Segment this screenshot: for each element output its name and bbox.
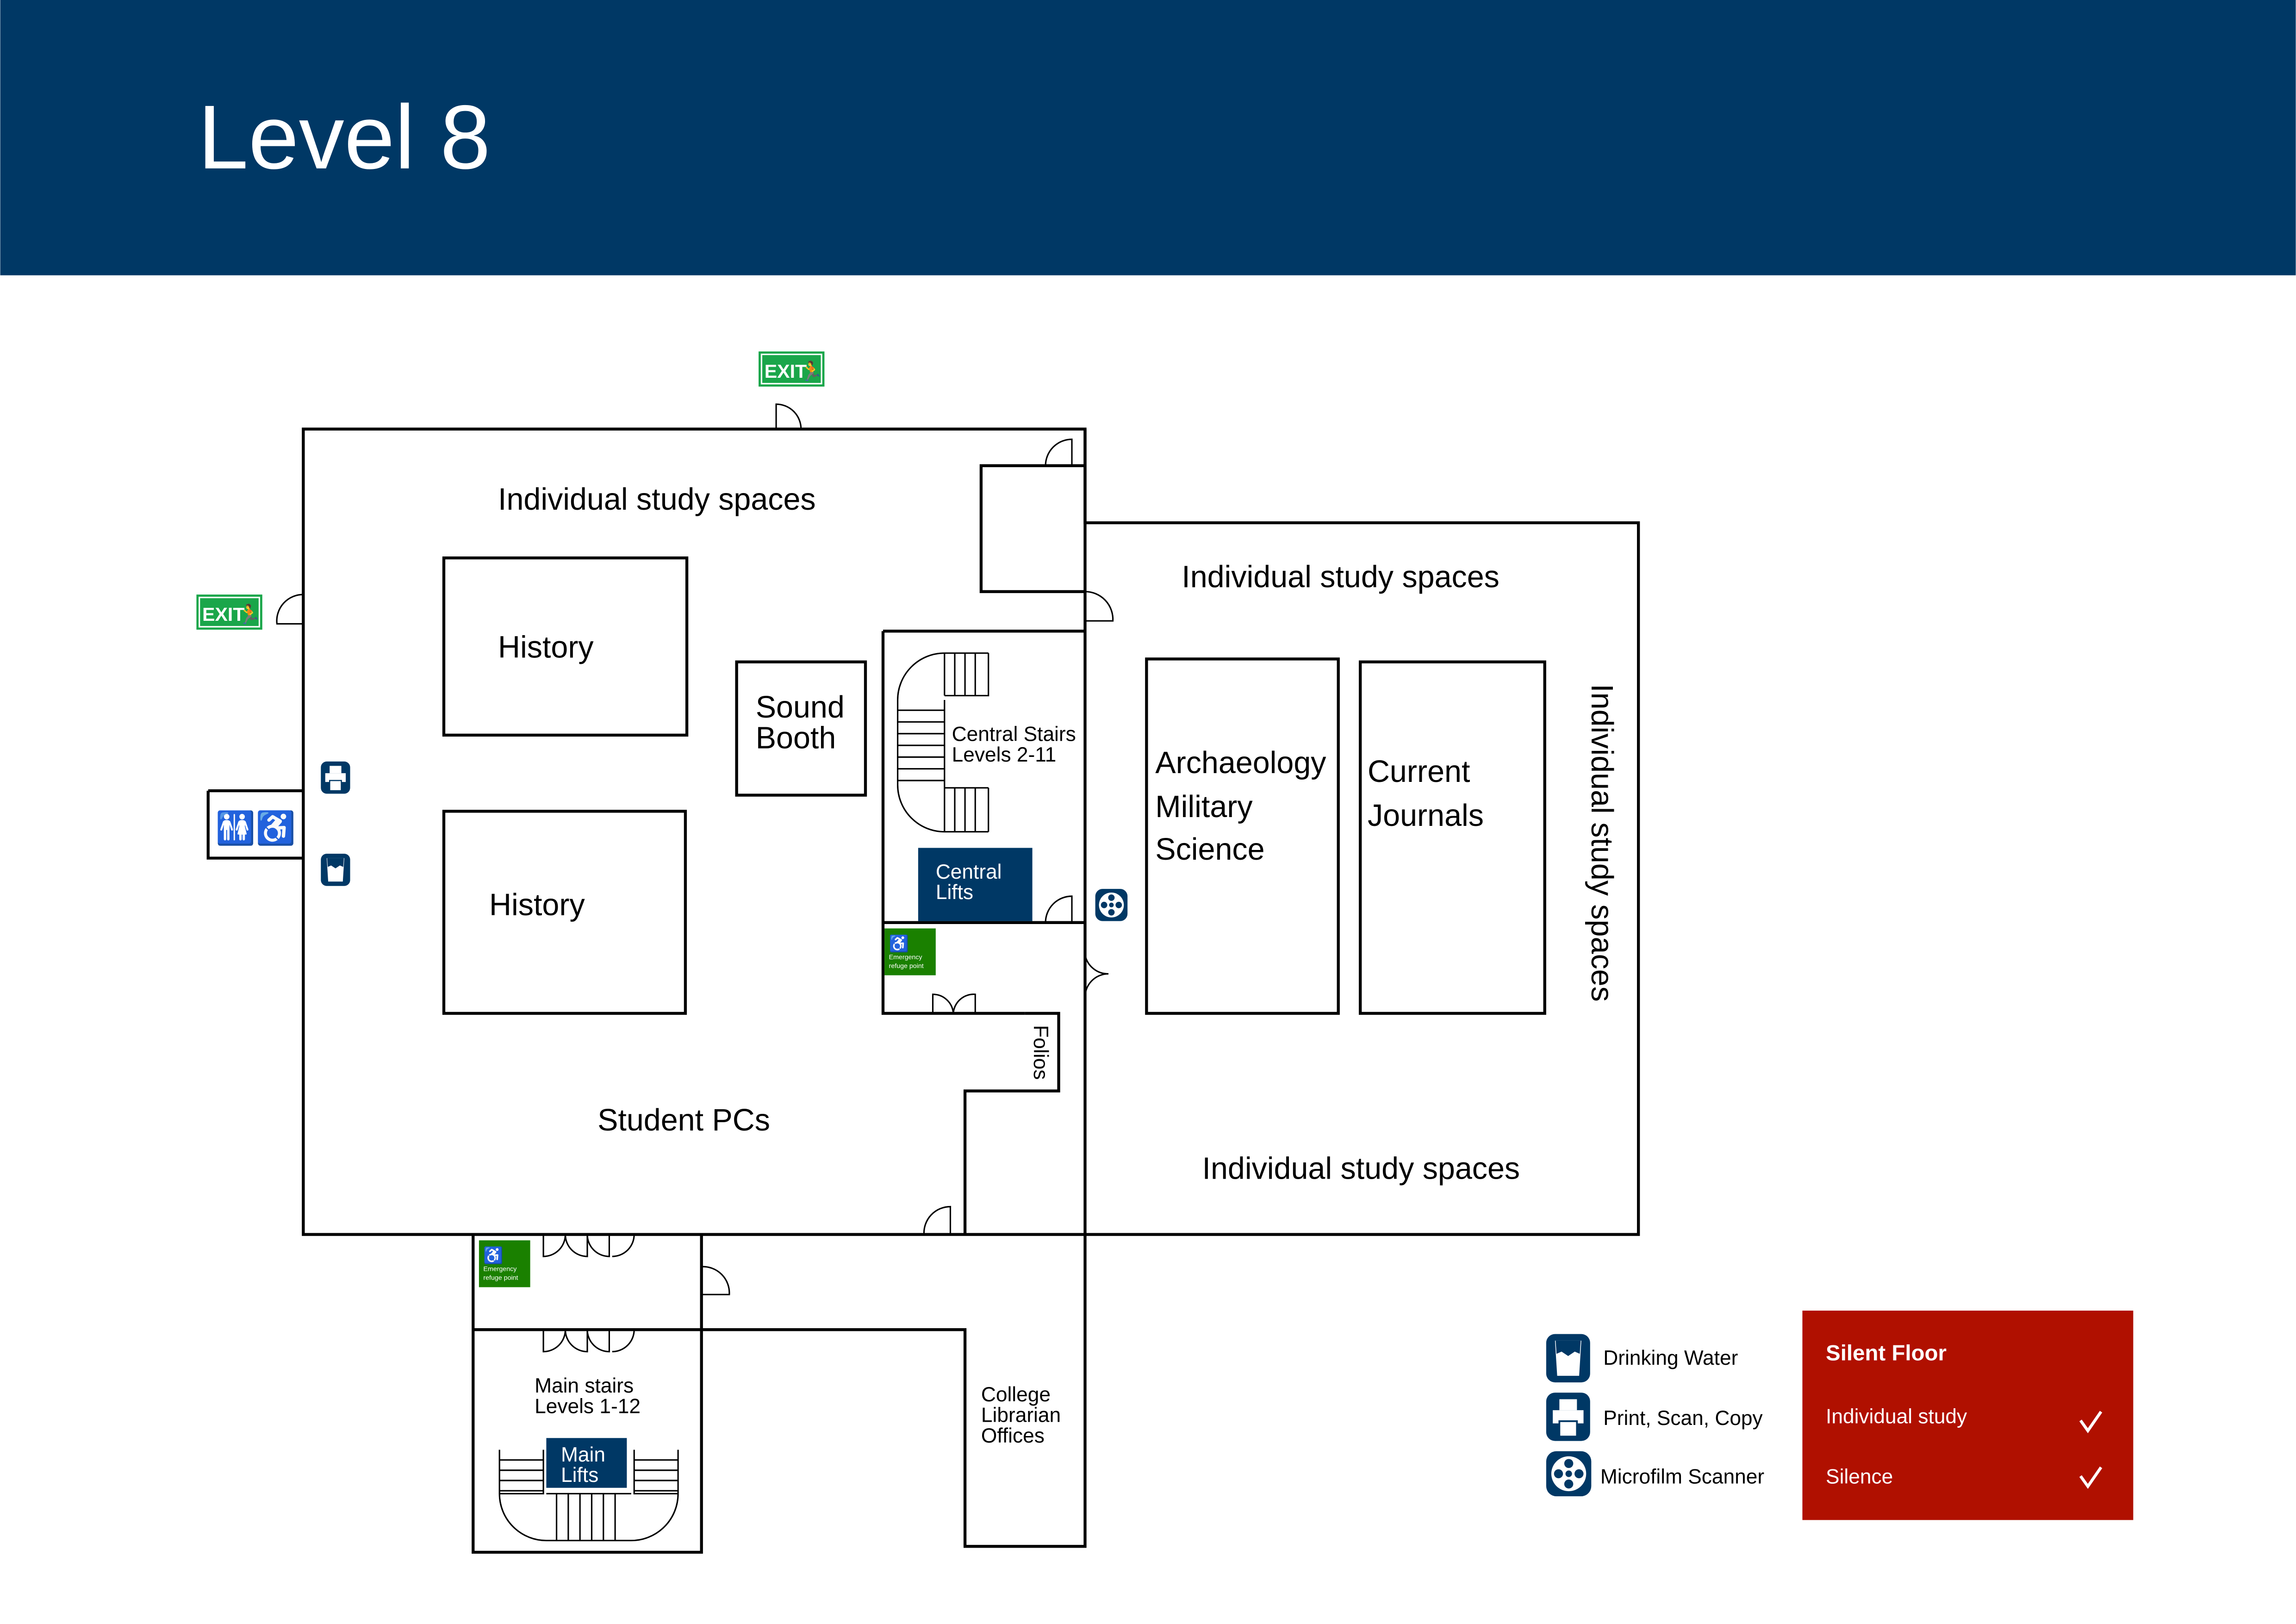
silent-floor-panel: Silent Floor Individual study Silence <box>1802 1311 2134 1520</box>
toilets-icon: 🚻♿ <box>216 810 296 847</box>
label-central-stairs: Central Stairs <box>952 723 1076 746</box>
label-study-bottom-right: Individual study spaces <box>1202 1151 1520 1186</box>
label-military: Military <box>1155 790 1253 824</box>
drinking-water-icon <box>1546 1334 1590 1383</box>
label-college-librarian: Librarian <box>981 1404 1061 1426</box>
svg-text:Emergency: Emergency <box>483 1266 517 1273</box>
drinking-water-icon <box>321 854 350 886</box>
label-history-2: History <box>489 888 585 922</box>
label-central-stairs: Levels 2-11 <box>952 743 1057 766</box>
label-folios: Folios <box>1029 1025 1052 1080</box>
label-main-stairs: Main stairs <box>535 1374 634 1397</box>
room-current-journals <box>1359 660 1546 1015</box>
legend: Drinking Water Print, Scan, Copy Microfi… <box>1545 1334 1764 1497</box>
label-study-top-right: Individual study spaces <box>1182 560 1500 594</box>
label-college-librarian: College <box>981 1383 1051 1406</box>
emergency-refuge-point-central: ♿ Emergency refuge point <box>884 928 936 975</box>
svg-text:Emergency: Emergency <box>889 954 923 961</box>
main-lifts-label: Main <box>561 1443 605 1466</box>
label-main-stairs: Levels 1-12 <box>535 1395 641 1418</box>
label-college-librarian: Offices <box>981 1424 1045 1447</box>
label-current-journals: Journals <box>1368 799 1484 833</box>
emergency-refuge-point-main: ♿ Emergency refuge point <box>479 1240 530 1287</box>
legend-label: Drinking Water <box>1603 1347 1738 1369</box>
legend-label: Print, Scan, Copy <box>1603 1407 1763 1430</box>
label-study-top-left: Individual study spaces <box>498 482 816 517</box>
printer-icon <box>320 761 351 794</box>
label-student-pcs: Student PCs <box>597 1103 770 1137</box>
label-history-1: History <box>498 630 594 664</box>
label-archaeology: Archaeology <box>1155 746 1326 780</box>
printer-icon <box>1545 1392 1591 1442</box>
label-sound-booth: Sound <box>756 690 845 725</box>
central-lifts-label: Lifts <box>936 881 973 904</box>
microfilm-scanner-icon <box>1095 889 1128 921</box>
svg-text:refuge point: refuge point <box>889 962 924 970</box>
exit-sign-top: EXIT 🏃 <box>759 351 825 387</box>
central-lifts-label: Central <box>936 861 1002 883</box>
label-current-journals: Current <box>1368 755 1470 789</box>
running-man-icon: 🏃 <box>237 603 261 625</box>
rule-label: Individual study <box>1826 1405 1967 1428</box>
label-science: Science <box>1155 832 1264 867</box>
walls <box>206 427 1640 1554</box>
silent-floor-title: Silent Floor <box>1826 1341 1947 1366</box>
svg-text:refuge point: refuge point <box>483 1274 518 1282</box>
microfilm-scanner-icon <box>1546 1451 1592 1497</box>
exit-sign-left: EXIT 🏃 <box>196 594 262 630</box>
label-study-right: Individual study spaces <box>1585 684 1619 1002</box>
wheelchair-icon: ♿ <box>483 1246 503 1265</box>
wheelchair-icon: ♿ <box>889 934 909 953</box>
rule-label: Silence <box>1826 1465 1893 1488</box>
page-title: Level 8 <box>198 86 491 188</box>
running-man-icon: 🏃 <box>800 360 823 382</box>
main-lifts-label: Lifts <box>561 1464 598 1487</box>
label-sound-booth: Booth <box>756 721 836 755</box>
floor-plan-map: Level 8 Central Lifts Main Lifts EXIT 🏃 … <box>0 0 2296 1554</box>
legend-label: Microfilm Scanner <box>1600 1465 1764 1488</box>
